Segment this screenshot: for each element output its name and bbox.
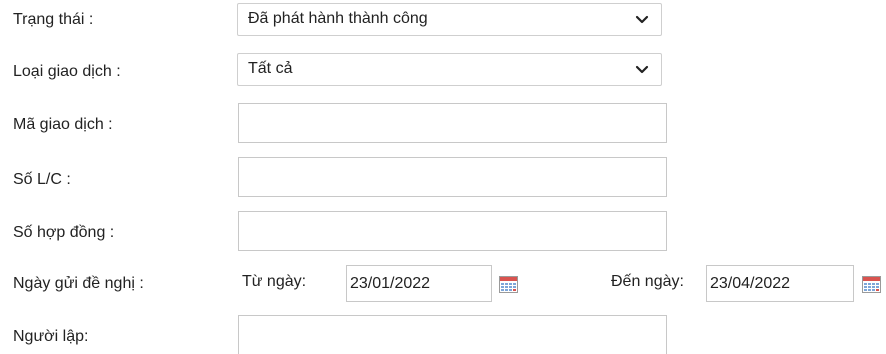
status-select[interactable]: Đã phát hành thành công [237, 3, 662, 36]
to-date-value: 23/04/2022 [710, 275, 791, 292]
status-select-value: Đã phát hành thành công [248, 10, 428, 27]
to-date-input[interactable]: 23/04/2022 [706, 265, 854, 302]
lc-number-label: Số L/C : [13, 171, 71, 188]
to-date-label: Đến ngày: [611, 273, 684, 290]
creator-label: Người lập: [13, 328, 89, 345]
transaction-type-select[interactable]: Tất cả [237, 53, 662, 86]
contract-number-input[interactable] [238, 211, 667, 251]
status-label: Trạng thái : [13, 11, 94, 28]
calendar-icon[interactable] [499, 276, 518, 293]
request-date-label: Ngày gửi đề nghị : [13, 275, 144, 292]
chevron-down-icon [635, 65, 649, 74]
transaction-type-select-value: Tất cả [248, 60, 293, 77]
transaction-type-label: Loại giao dịch : [13, 63, 121, 80]
calendar-icon[interactable] [862, 276, 881, 293]
lc-number-input[interactable] [238, 157, 667, 197]
from-date-label: Từ ngày: [242, 273, 307, 290]
creator-input[interactable] [238, 315, 667, 354]
chevron-down-icon [635, 15, 649, 24]
transaction-code-input[interactable] [238, 103, 667, 143]
from-date-value: 23/01/2022 [350, 275, 431, 292]
transaction-code-label: Mã giao dịch : [13, 116, 113, 133]
contract-number-label: Số hợp đồng : [13, 224, 115, 241]
from-date-input[interactable]: 23/01/2022 [346, 265, 492, 302]
